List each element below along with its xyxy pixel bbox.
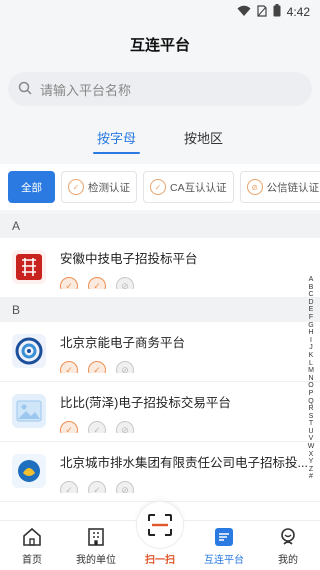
nav-scan[interactable]: 扫一扫 [130, 501, 190, 566]
ca-badge-icon: ✓ [88, 421, 106, 433]
list-item[interactable]: 北京城市排水集团有限责任公司电子招标投... ✓ ✓ ⊘ [0, 442, 320, 502]
index-letter[interactable]: Q [308, 398, 313, 406]
index-letter[interactable]: P [309, 390, 314, 398]
scan-icon [136, 501, 184, 549]
nav-home[interactable]: 首页 [2, 526, 62, 566]
index-letter[interactable]: F [309, 314, 313, 322]
profile-icon [278, 526, 298, 548]
index-letter[interactable]: E [309, 306, 314, 314]
building-icon [87, 526, 105, 548]
battery-icon [273, 4, 281, 20]
chain-badge-icon: ⊘ [116, 277, 134, 289]
chain-badge-icon: ⊘ [116, 421, 134, 433]
status-time: 4:42 [286, 5, 310, 19]
index-letter[interactable]: X [309, 451, 314, 459]
platform-name: 北京城市排水集团有限责任公司电子招标投... [60, 456, 308, 470]
index-letter[interactable]: H [308, 329, 313, 337]
list-item[interactable]: 安徽中技电子招投标平台 ✓ ✓ ⊘ [0, 238, 320, 298]
nav-label: 我的单位 [76, 555, 116, 566]
index-letter[interactable]: S [309, 413, 314, 421]
nav-label: 我的 [278, 555, 298, 566]
index-letter[interactable]: M [308, 367, 314, 375]
chain-badge-icon: ⊘ [116, 361, 134, 373]
alphabet-index[interactable]: A B C D E F G H I J K L M N O P Q R S T U V W X Y Z # [306, 276, 316, 481]
seal-logo-icon [12, 250, 46, 284]
bottom-nav: 首页 我的单位 扫一扫 互连平台 我的 [0, 501, 320, 570]
section-header-b: B [0, 298, 320, 322]
ca-badge-icon: ✓ [88, 481, 106, 493]
index-letter[interactable]: B [309, 284, 314, 292]
filter-label: 公信链认证 [266, 181, 320, 194]
platform-name: 安徽中技电子招投标平台 [60, 252, 198, 266]
nav-profile[interactable]: 我的 [258, 526, 318, 566]
index-letter[interactable]: D [308, 299, 313, 307]
index-letter[interactable]: J [309, 344, 313, 352]
platform-list[interactable]: A 安徽中技电子招投标平台 ✓ ✓ ⊘ B 北京京能电子商务平台 ✓ ✓ ⊘ 比… [0, 214, 320, 520]
filter-public-chain[interactable]: ⊘ 公信链认证 [239, 171, 320, 203]
certification-icon: ✓ [68, 179, 84, 195]
no-sim-icon [257, 4, 267, 20]
index-letter[interactable]: U [308, 428, 313, 436]
swirl-logo-icon [12, 334, 46, 368]
filter-label: 全部 [21, 181, 42, 194]
index-letter[interactable]: V [309, 435, 314, 443]
index-letter[interactable]: K [309, 352, 314, 360]
tab-by-region[interactable]: 按地区 [184, 124, 223, 160]
tab-by-letter[interactable]: 按字母 [92, 124, 141, 160]
nav-my-unit[interactable]: 我的单位 [66, 526, 126, 566]
image-placeholder-icon [12, 394, 46, 428]
nav-label: 首页 [22, 555, 42, 566]
inspection-badge-icon: ✓ [60, 361, 78, 373]
index-letter[interactable]: N [308, 375, 313, 383]
filter-bar: 全部 ✓ 检测认证 ✓ CA互认认证 ⊘ 公信链认证 [0, 164, 320, 210]
status-bar: 4:42 [0, 0, 320, 24]
section-header-a: A [0, 214, 320, 238]
filter-label: CA互认认证 [170, 181, 227, 194]
platform-name: 北京京能电子商务平台 [60, 336, 186, 350]
ca-badge-icon: ✓ [88, 361, 106, 373]
home-icon [22, 526, 42, 548]
search-input[interactable]: 请输入平台名称 [8, 72, 312, 106]
platform-icon [214, 526, 234, 548]
chain-badge-icon: ⊘ [116, 481, 134, 493]
search-icon [18, 81, 32, 98]
list-item[interactable]: 比比(菏泽)电子招投标交易平台 ✓ ✓ ⊘ [0, 382, 320, 442]
list-item[interactable]: 北京京能电子商务平台 ✓ ✓ ⊘ [0, 322, 320, 382]
filter-label: 检测认证 [88, 181, 130, 194]
index-letter[interactable]: A [309, 276, 314, 284]
inspection-badge-icon: ✓ [60, 481, 78, 493]
index-letter[interactable]: W [308, 443, 315, 451]
index-letter[interactable]: L [309, 360, 313, 368]
index-letter[interactable]: R [308, 405, 313, 413]
nav-platform[interactable]: 互连平台 [194, 526, 254, 566]
page-title: 互连平台 [129, 36, 190, 54]
ca-icon: ✓ [150, 179, 166, 195]
drop-logo-icon [12, 454, 46, 488]
index-letter[interactable]: # [309, 473, 313, 481]
platform-name: 比比(菏泽)电子招投标交易平台 [60, 396, 231, 410]
index-letter[interactable]: G [308, 322, 313, 330]
index-letter[interactable]: Y [309, 458, 314, 466]
index-letter[interactable]: O [308, 382, 313, 390]
index-letter[interactable]: C [308, 291, 313, 299]
chain-icon: ⊘ [246, 179, 263, 195]
index-letter[interactable]: Z [309, 466, 313, 474]
ca-badge-icon: ✓ [88, 277, 106, 289]
filter-all[interactable]: 全部 [8, 171, 55, 203]
index-letter[interactable]: I [310, 337, 312, 345]
wifi-icon [237, 5, 251, 20]
inspection-badge-icon: ✓ [60, 277, 78, 289]
filter-ca-mutual[interactable]: ✓ CA互认认证 [143, 171, 234, 203]
nav-label: 扫一扫 [145, 555, 175, 566]
filter-inspection[interactable]: ✓ 检测认证 [61, 171, 137, 203]
tab-bar: 按字母 按地区 [0, 124, 320, 160]
index-letter[interactable]: T [309, 420, 313, 428]
inspection-badge-icon: ✓ [60, 421, 78, 433]
nav-label: 互连平台 [204, 555, 244, 566]
search-placeholder: 请输入平台名称 [40, 82, 132, 98]
